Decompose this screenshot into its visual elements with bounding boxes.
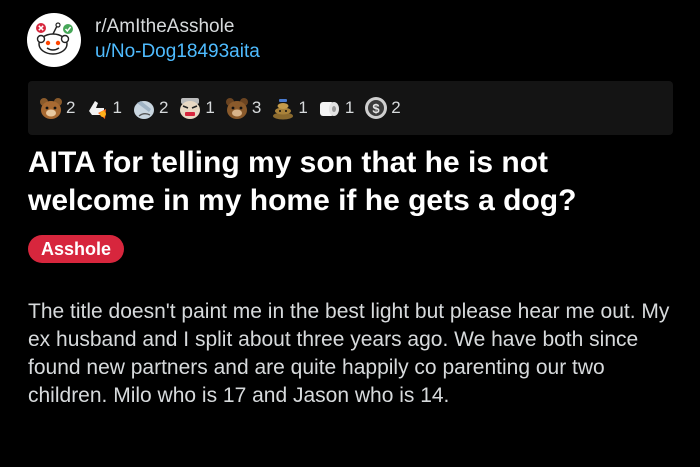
award-count: 1 xyxy=(344,98,355,117)
award-count: 1 xyxy=(205,98,215,117)
award-item[interactable]: 3 xyxy=(224,95,261,121)
post-header: r/AmItheAsshole u/No-Dog18493aita xyxy=(27,13,260,67)
award-item[interactable]: 1 xyxy=(177,95,215,121)
award-count: 2 xyxy=(66,98,76,117)
award-count: 2 xyxy=(391,98,401,117)
svg-text:$: $ xyxy=(373,101,381,116)
subreddit-avatar[interactable] xyxy=(27,13,81,67)
angry-face-award-icon xyxy=(180,98,201,119)
award-count: 1 xyxy=(112,98,122,117)
rocket-like-award-icon xyxy=(89,101,107,119)
award-count: 2 xyxy=(158,98,169,117)
award-item[interactable]: 1 xyxy=(84,95,122,121)
post-body: The title doesn't paint me in the best l… xyxy=(28,300,670,407)
post-header-text: r/AmItheAsshole u/No-Dog18493aita xyxy=(95,15,260,65)
award-item[interactable]: 2 xyxy=(131,95,168,121)
post-flair[interactable]: Asshole xyxy=(28,235,125,263)
poop-award-icon xyxy=(273,99,294,120)
award-item[interactable]: $ 2 xyxy=(363,95,401,121)
award-count: 1 xyxy=(298,98,308,117)
award-item[interactable]: 2 xyxy=(38,95,75,121)
award-count: 3 xyxy=(251,98,262,117)
dollar-badge-award-icon: $ xyxy=(365,97,388,119)
reddit-post-screenshot: r/AmItheAsshole u/No-Dog18493aita 2 1 2 … xyxy=(0,0,700,467)
author-username[interactable]: u/No-Dog18493aita xyxy=(95,39,260,65)
toilet-paper-award-icon xyxy=(319,102,339,116)
sad-bear-award-icon xyxy=(225,98,248,119)
awards-bar[interactable]: 2 1 2 1 3 1 1 $ 2 xyxy=(28,81,673,135)
award-item[interactable]: 1 xyxy=(317,95,354,121)
award-item[interactable]: 1 xyxy=(270,95,308,121)
facepalm-award-icon xyxy=(133,101,154,119)
post-title[interactable]: AITA for telling my son that he is not w… xyxy=(28,144,678,220)
bear-award-icon xyxy=(40,98,62,119)
subreddit-name[interactable]: r/AmItheAsshole xyxy=(95,15,260,39)
snoo-judge-icon xyxy=(28,14,80,66)
